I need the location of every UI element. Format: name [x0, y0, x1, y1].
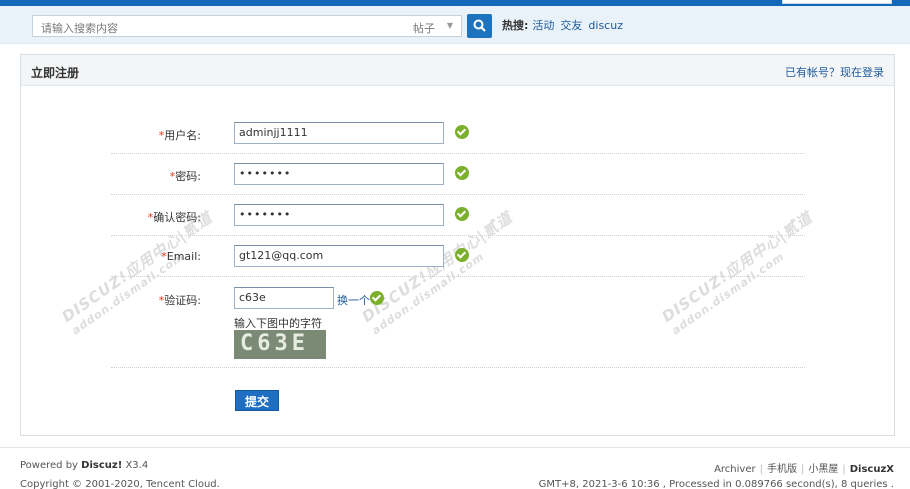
email-field[interactable]: gt121@qq.com: [234, 245, 444, 267]
password-label: *密码:: [169, 170, 201, 183]
divider: [111, 194, 805, 195]
hot-label: 热搜:: [502, 19, 529, 32]
hot-link-3[interactable]: discuz: [588, 19, 623, 32]
discuzx-link[interactable]: DiscuzX: [850, 464, 894, 475]
watermark-2: DISCUZ!应用中心|贰道 addon.dismall.com: [358, 208, 516, 338]
search-type-label: 帖子: [413, 22, 435, 35]
divider: [111, 367, 805, 368]
search-icon: [473, 19, 486, 32]
hot-link-1[interactable]: 活动: [532, 19, 554, 32]
search-type-select[interactable]: 帖子 ▼: [405, 15, 462, 37]
hot-link-2[interactable]: 交友: [560, 19, 582, 32]
username-label: *用户名:: [158, 129, 201, 142]
submit-button[interactable]: 提交: [235, 390, 279, 411]
hot-search: 热搜: 活动 交友 discuz: [502, 17, 629, 33]
top-login-box[interactable]: [782, 0, 892, 4]
watermark-3: DISCUZ!应用中心|贰道 addon.dismall.com: [658, 208, 816, 338]
powered-by: Powered by Discuz! X3.4: [20, 460, 149, 471]
confirm-password-label: *确认密码:: [147, 211, 201, 224]
footer-stats: GMT+8, 2021-3-6 10:36 , Processed in 0.0…: [538, 479, 894, 489]
divider: [111, 276, 805, 277]
captcha-label: *验证码:: [158, 294, 201, 307]
divider: [111, 153, 805, 154]
divider: [111, 235, 805, 236]
archiver-link[interactable]: Archiver: [714, 464, 756, 475]
copyright: Copyright © 2001-2020, Tencent Cloud.: [20, 479, 220, 489]
divider: |: [759, 464, 763, 475]
divider: |: [842, 464, 846, 475]
email-label: *Email:: [161, 250, 201, 263]
captcha-hint: 输入下图中的字符: [234, 317, 322, 330]
check-icon: [455, 207, 469, 221]
watermark-1: DISCUZ!应用中心|贰道 addon.dismall.com: [58, 208, 216, 338]
check-icon: [455, 125, 469, 139]
change-captcha-link[interactable]: 换一个: [337, 292, 370, 308]
page-title: 立即注册: [31, 66, 80, 80]
captcha-field[interactable]: c63e: [234, 287, 334, 309]
check-icon: [455, 248, 469, 262]
mobile-link[interactable]: 手机版: [767, 464, 797, 475]
password-field[interactable]: •••••••: [234, 163, 444, 185]
login-link[interactable]: 已有帐号？现在登录: [785, 64, 884, 80]
panel-header: 立即注册 已有帐号？现在登录: [21, 55, 894, 86]
captcha-image[interactable]: C63E: [234, 330, 326, 359]
divider: |: [800, 464, 805, 475]
search-bar: 请输入搜索内容 帖子 ▼ 热搜: 活动 交友 discuz: [0, 6, 910, 44]
check-icon: [370, 291, 384, 305]
discuz-link[interactable]: Discuz!: [81, 460, 122, 471]
footer-links: Archiver | 手机版 | 小黑屋 | DiscuzX: [714, 460, 894, 475]
check-icon: [455, 166, 469, 180]
footer: Powered by Discuz! X3.4 Copyright © 2001…: [0, 447, 910, 489]
username-field[interactable]: adminjj1111: [234, 122, 444, 144]
register-panel: 立即注册 已有帐号？现在登录 DISCUZ!应用中心|贰道 addon.disma…: [20, 54, 895, 436]
confirm-password-field[interactable]: •••••••: [234, 204, 444, 226]
darkroom-link[interactable]: 小黑屋: [808, 464, 838, 475]
search-input[interactable]: 请输入搜索内容: [32, 15, 406, 37]
search-button[interactable]: [467, 14, 492, 38]
chevron-down-icon: ▼: [446, 21, 453, 30]
